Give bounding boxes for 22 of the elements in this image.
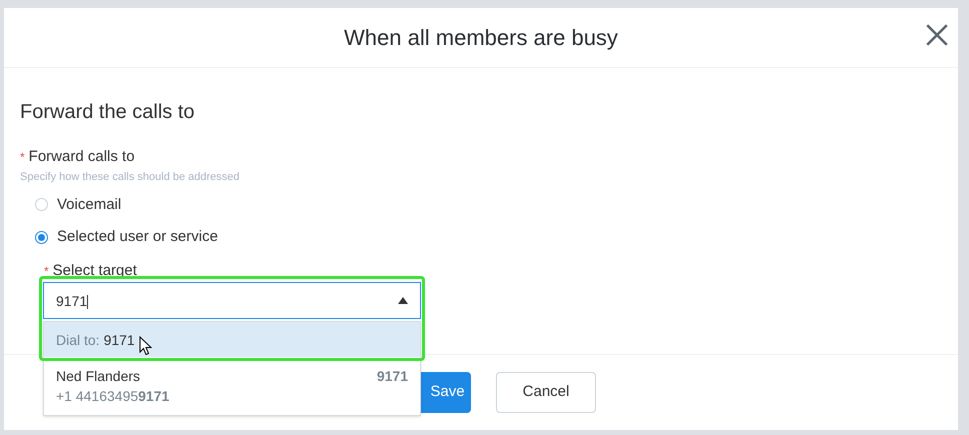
field-label: Forward calls to bbox=[28, 148, 135, 165]
radio-option[interactable]: Selected user or service bbox=[35, 226, 942, 248]
dropdown-option[interactable]: Ned Flanders 9171 +1 441634959171 bbox=[44, 357, 420, 415]
radio-button[interactable] bbox=[35, 230, 48, 244]
select-value: 9171 bbox=[56, 292, 90, 310]
caret-icon bbox=[398, 297, 408, 304]
contact-phone: +1 441634959171 bbox=[56, 387, 170, 406]
required-mark: * bbox=[20, 150, 25, 164]
dialog-title: When all members are busy bbox=[344, 24, 618, 52]
required-mark: * bbox=[44, 264, 49, 278]
field-hint: Specify how these calls should be addressed bbox=[20, 170, 241, 185]
contact-name: Ned Flanders bbox=[56, 367, 140, 386]
mouse-pointer-icon bbox=[138, 336, 153, 356]
dial-number: 9171 bbox=[104, 330, 135, 350]
dropdown-option[interactable]: Dial to: 9171 bbox=[44, 322, 420, 357]
cancel-button[interactable]: Cancel bbox=[496, 372, 596, 413]
close-icon[interactable] bbox=[924, 22, 950, 48]
radio-option[interactable]: Voicemail bbox=[35, 194, 942, 216]
dial-prefix: Dial to: bbox=[56, 330, 100, 350]
section-heading: Forward the calls to bbox=[20, 100, 196, 125]
target-select[interactable]: 9171 bbox=[43, 282, 421, 319]
contact-extension: 9171 bbox=[376, 367, 408, 386]
